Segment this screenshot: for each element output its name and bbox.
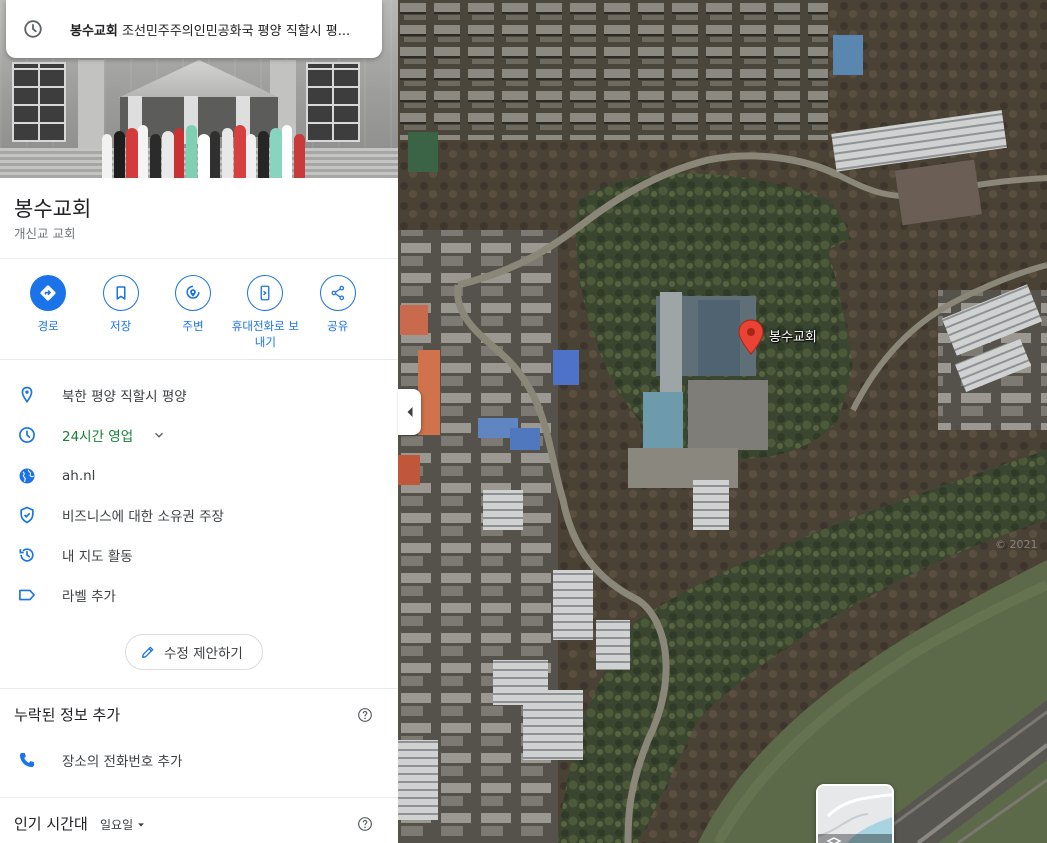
missing-info-title: 누락된 정보 추가 [14, 706, 121, 724]
nearby-icon [186, 285, 200, 299]
person-figure [234, 125, 246, 178]
send-to-phone-icon [260, 285, 270, 301]
chevron-down-icon[interactable] [152, 428, 166, 442]
history-icon [19, 548, 34, 562]
person-figure [126, 128, 138, 178]
person-figure [174, 128, 184, 178]
directions-icon [40, 285, 56, 301]
recent-search-card[interactable]: 봉수교회 조선민주주의인민공화국 평양 직할시 평... [6, 0, 382, 58]
map-activity-row[interactable]: 내 지도 활동 [0, 535, 398, 575]
chevron-left-icon [407, 407, 412, 417]
hours-row[interactable]: 24시간 영업 [0, 415, 398, 455]
person-figure [294, 134, 305, 178]
satellite-map[interactable] [398, 0, 1047, 843]
person-figure [198, 134, 210, 178]
divider [0, 688, 398, 689]
add-phone-row[interactable]: 장소의 전화번호 추가 [0, 740, 398, 780]
collapse-panel-button[interactable] [398, 389, 421, 435]
person-figure [270, 128, 282, 178]
person-figure [186, 125, 197, 178]
person-figure [102, 134, 112, 178]
dropdown-caret-icon [138, 822, 145, 827]
place-category[interactable]: 개신교 교회 [14, 223, 75, 242]
map-copyright: © 2021 [995, 538, 1038, 551]
satellite-imagery [398, 0, 1047, 843]
person-figure [114, 131, 125, 178]
claim-business-row[interactable]: 비즈니스에 대한 소유권 주장 [0, 495, 398, 535]
divider [0, 797, 398, 798]
label-tag-icon [19, 589, 35, 601]
popular-times-title: 인기 시간대 [14, 815, 88, 833]
add-label-text: 라벨 추가 [62, 589, 116, 605]
address-row[interactable]: 북한 평양 직할시 평양 [0, 375, 398, 415]
pencil-icon [142, 646, 154, 658]
person-figure [222, 128, 233, 178]
directions-label: 경로 [37, 319, 59, 333]
history-clock-icon [24, 20, 42, 38]
person-figure [138, 125, 148, 178]
location-pin-icon [21, 386, 33, 404]
address-text: 북한 평양 직할시 평양 [62, 389, 187, 405]
send-to-phone-label: 휴대전화로 보내기 [231, 319, 299, 349]
directions-button[interactable]: 경로 [12, 275, 84, 350]
save-button[interactable]: 저장 [84, 275, 156, 350]
recent-search-name: 봉수교회 [70, 23, 118, 39]
share-button[interactable]: 공유 [302, 275, 374, 350]
hours-text: 24시간 영업 [62, 429, 134, 445]
day-selector-value: 일요일 [100, 818, 134, 832]
recent-search-address: 조선민주주의인민공화국 평양 직할시 평... [121, 23, 351, 39]
suggest-edit-label: 수정 제안하기 [164, 646, 243, 662]
save-label: 저장 [109, 319, 132, 333]
verified-shield-icon [20, 506, 34, 524]
person-figure [162, 131, 174, 178]
action-bar: 경로 저장 주변 휴대전화로 보내기 공유 [12, 275, 374, 350]
map-activity-text: 내 지도 활동 [62, 549, 133, 565]
claim-business-text: 비즈니스에 대한 소유권 주장 [62, 509, 224, 525]
nearby-label: 주변 [182, 319, 204, 333]
marker-label[interactable]: 봉수교회 [769, 326, 817, 345]
person-figure [258, 131, 269, 178]
layer-switcher-button[interactable] [816, 784, 894, 843]
day-selector[interactable]: 일요일 [100, 816, 146, 833]
help-icon[interactable] [357, 816, 373, 832]
phone-icon [19, 752, 35, 768]
person-figure [246, 134, 256, 178]
send-to-phone-button[interactable]: 휴대전화로 보내기 [229, 275, 301, 350]
place-title: 봉수교회 [14, 197, 92, 221]
share-label: 공유 [327, 319, 349, 333]
bookmark-icon [116, 286, 126, 300]
nearby-button[interactable]: 주변 [157, 275, 229, 350]
place-panel: 봉수교회 조선민주주의인민공화국 평양 직할시 평... 봉수교회 개신교 교회… [0, 0, 398, 843]
add-phone-text: 장소의 전화번호 추가 [62, 754, 183, 770]
person-figure [210, 131, 220, 178]
divider [0, 359, 398, 360]
help-icon[interactable] [357, 707, 373, 723]
clock-icon [19, 427, 35, 443]
choir-group [102, 118, 306, 178]
add-label-row[interactable]: 라벨 추가 [0, 575, 398, 615]
person-figure [282, 125, 292, 178]
website-row[interactable]: ah.nl [0, 456, 398, 496]
share-icon [331, 285, 344, 301]
suggest-edit-button[interactable]: 수정 제안하기 [125, 634, 263, 670]
person-figure [150, 134, 161, 178]
map-layer-thumbnail [818, 786, 892, 843]
website-link[interactable]: ah.nl [62, 468, 95, 484]
globe-icon [19, 468, 35, 484]
divider [0, 258, 398, 259]
